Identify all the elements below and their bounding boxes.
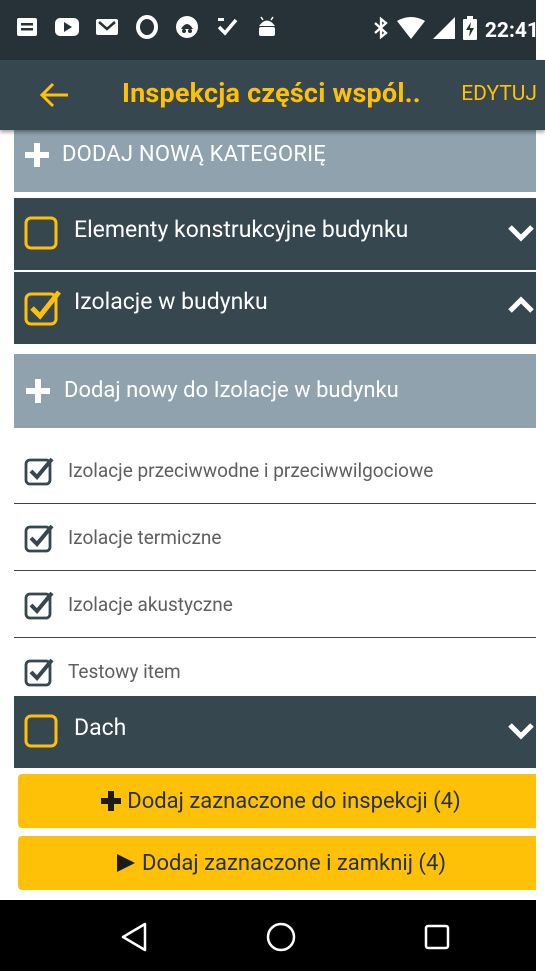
youtube-icon bbox=[54, 14, 80, 40]
app-toolbar: Inspekcja części wspól.. EDYTUJ bbox=[0, 60, 545, 130]
item-label: Izolacje termiczne bbox=[68, 526, 222, 549]
add-selected-label: Dodaj zaznaczone do inspekcji (4) bbox=[127, 788, 461, 814]
chevron-down-icon[interactable] bbox=[507, 720, 535, 742]
back-arrow-icon[interactable] bbox=[38, 78, 72, 112]
category-label: Elementy konstrukcyjne budynku bbox=[74, 216, 409, 243]
plus-icon bbox=[24, 142, 50, 168]
checkbox-checked-icon[interactable] bbox=[24, 456, 54, 486]
app-icon bbox=[174, 14, 200, 40]
item-label: Izolacje akustyczne bbox=[68, 593, 233, 616]
checkbox-checked-icon[interactable] bbox=[24, 288, 61, 326]
wifi-icon bbox=[396, 17, 425, 45]
category-row[interactable]: Elementy konstrukcyjne budynku bbox=[14, 198, 545, 270]
gmail-icon bbox=[94, 14, 120, 40]
checkbox-checked-icon[interactable] bbox=[24, 657, 54, 687]
checkbox-checked-icon[interactable] bbox=[24, 590, 54, 620]
category-row[interactable]: Dach bbox=[14, 696, 545, 768]
notification-icon bbox=[14, 14, 40, 40]
add-and-close-button[interactable]: Dodaj zaznaczone i zamknij (4) bbox=[18, 836, 544, 890]
home-circle-icon[interactable] bbox=[264, 920, 298, 954]
category-label: Dach bbox=[74, 714, 127, 741]
add-item-label: Dodaj nowy do Izolacje w budynku bbox=[64, 378, 399, 403]
system-nav-bar bbox=[0, 900, 545, 971]
checkbox-unchecked-icon[interactable] bbox=[24, 714, 58, 748]
opera-icon bbox=[134, 14, 160, 40]
edit-button[interactable]: EDYTUJ bbox=[461, 82, 537, 106]
add-selected-button[interactable]: Dodaj zaznaczone do inspekcji (4) bbox=[18, 774, 544, 828]
chevron-down-icon[interactable] bbox=[507, 222, 535, 244]
plus-icon bbox=[101, 791, 122, 811]
chevron-up-icon[interactable] bbox=[507, 294, 535, 316]
back-triangle-icon[interactable] bbox=[118, 920, 152, 954]
list-item[interactable]: Izolacje akustyczne bbox=[14, 571, 545, 638]
category-label: Izolacje w budynku bbox=[74, 288, 268, 315]
category-row[interactable]: Izolacje w budynku bbox=[14, 272, 545, 344]
play-icon bbox=[116, 853, 136, 873]
add-item-button[interactable]: Dodaj nowy do Izolacje w budynku bbox=[14, 354, 545, 428]
checkbox-unchecked-icon[interactable] bbox=[24, 216, 58, 250]
item-label: Testowy item bbox=[68, 660, 181, 683]
signal-icon bbox=[432, 17, 455, 45]
battery-charging-icon bbox=[462, 16, 477, 46]
page-title: Inspekcja części wspól.. bbox=[122, 77, 421, 109]
checklist-icon bbox=[214, 14, 240, 40]
item-label: Izolacje przeciwwodne i przeciwwilgociow… bbox=[68, 459, 434, 482]
add-category-button[interactable]: DODAJ NOWĄ KATEGORIĘ bbox=[14, 130, 539, 192]
frame-edge bbox=[536, 0, 545, 971]
list-item[interactable]: Testowy item bbox=[14, 638, 545, 705]
clock: 22:41 bbox=[484, 19, 539, 43]
app-screen: 22:41 Inspekcja części wspól.. EDYTUJ DO… bbox=[0, 0, 545, 971]
status-bar: 22:41 bbox=[0, 0, 545, 60]
recents-square-icon[interactable] bbox=[420, 920, 454, 954]
plus-icon bbox=[26, 379, 50, 403]
list-item[interactable]: Izolacje termiczne bbox=[14, 504, 545, 571]
android-icon bbox=[254, 14, 280, 40]
checkbox-checked-icon[interactable] bbox=[24, 523, 54, 553]
action-buttons: Dodaj zaznaczone do inspekcji (4) Dodaj … bbox=[14, 768, 545, 900]
add-and-close-label: Dodaj zaznaczone i zamknij (4) bbox=[142, 850, 446, 876]
bluetooth-icon bbox=[373, 16, 389, 46]
list-item[interactable]: Izolacje przeciwwodne i przeciwwilgociow… bbox=[14, 437, 545, 504]
add-category-label: DODAJ NOWĄ KATEGORIĘ bbox=[62, 142, 326, 167]
